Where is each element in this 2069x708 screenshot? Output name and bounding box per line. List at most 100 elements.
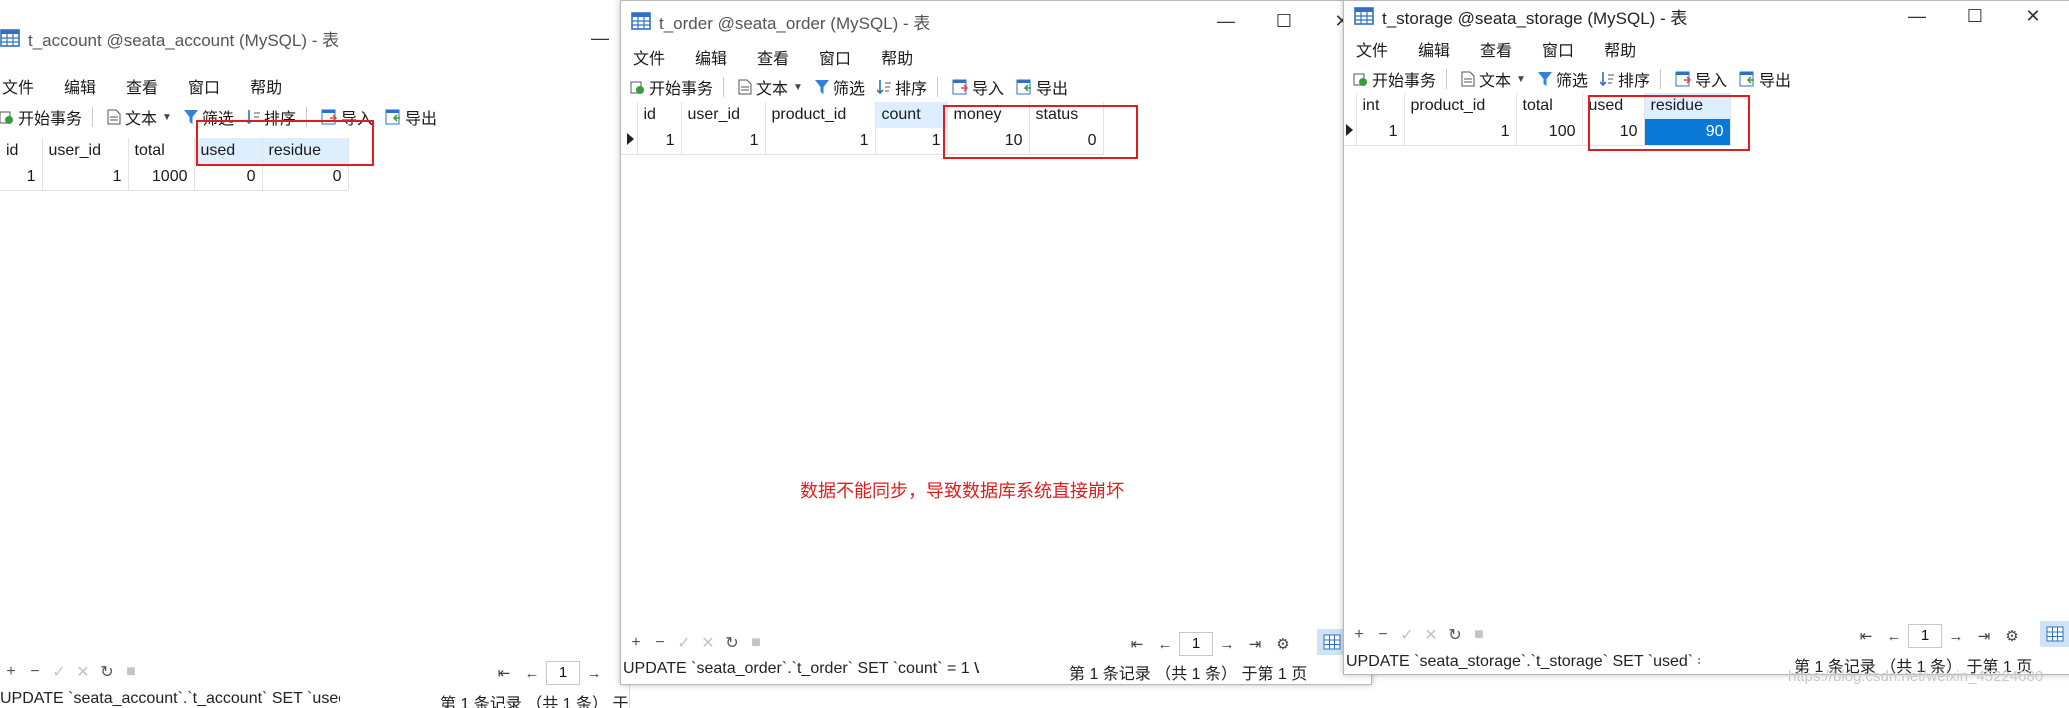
cell-count[interactable]: 1 [875,128,948,155]
text-view-button[interactable]: 文本 ▼ [738,75,803,99]
refresh-icon[interactable]: ↻ [1444,625,1466,645]
column-header-user-id[interactable]: user_id [681,102,766,128]
filter-icon [1537,72,1552,86]
close-button[interactable]: ✕ [2004,1,2062,31]
filter-icon [814,80,829,94]
menu-edit[interactable]: 编辑 [64,74,96,98]
menu-file[interactable]: 文件 [1356,37,1388,61]
column-header-product-id[interactable]: product_id [1404,93,1517,119]
first-page-icon[interactable]: ⇤ [1852,627,1880,645]
filter-button[interactable]: 筛选 [1537,67,1588,91]
apply-icon[interactable]: ✓ [48,662,70,682]
menu-edit[interactable]: 编辑 [1418,37,1450,61]
grid-view-toggle[interactable] [2040,621,2069,647]
begin-transaction-button[interactable]: 开始事务 [0,105,82,129]
cell-residue[interactable]: 0 [262,164,349,191]
cell-int[interactable]: 1 [1356,119,1405,146]
discard-icon[interactable]: ✕ [72,662,94,682]
discard-icon[interactable]: ✕ [697,633,719,653]
prev-page-icon[interactable]: ← [1880,628,1908,645]
sort-button[interactable]: 排序 [876,75,927,99]
export-button[interactable]: 导出 [1739,67,1791,91]
last-page-icon[interactable]: ⇥ [1241,635,1269,653]
cell-used[interactable]: 0 [194,164,263,191]
menu-window[interactable]: 窗口 [819,45,851,69]
text-view-button[interactable]: 文本 ▼ [1461,67,1526,91]
delete-record-icon[interactable]: − [649,634,671,652]
cell-total[interactable]: 1000 [128,164,195,191]
maximize-button[interactable]: ☐ [1255,1,1313,41]
next-page-icon[interactable]: → [1213,636,1241,653]
menu-view[interactable]: 查看 [1480,37,1512,61]
stop-icon[interactable]: ■ [1468,626,1490,644]
delete-record-icon[interactable]: − [1372,626,1394,644]
stop-icon[interactable]: ■ [745,634,767,652]
export-icon [1016,79,1031,95]
export-button[interactable]: 导出 [385,105,437,129]
refresh-icon[interactable]: ↻ [96,662,118,682]
table-row[interactable]: 1 1 1000 0 0 [0,164,349,191]
import-button[interactable]: 导入 [1675,67,1727,91]
filter-button[interactable]: 筛选 [814,75,865,99]
apply-icon[interactable]: ✓ [673,633,695,653]
last-page-icon[interactable]: ⇥ [1970,627,1998,645]
maximize-button[interactable]: ☐ [1946,1,2004,31]
stop-icon[interactable]: ■ [120,663,142,681]
column-header-id[interactable]: id [0,138,43,164]
column-header-id[interactable]: id [637,102,682,128]
row-pointer-icon [627,132,634,145]
page-number-input[interactable]: 1 [546,661,580,685]
menu-bar: 文件 编辑 查看 窗口 帮助 [1344,35,2069,63]
cell-user-id[interactable]: 1 [681,128,766,155]
minimize-button[interactable]: — [1888,1,1946,31]
column-header-int[interactable]: int [1356,93,1405,119]
delete-record-icon[interactable]: − [24,663,46,681]
menu-help[interactable]: 帮助 [250,74,282,98]
menu-window[interactable]: 窗口 [1542,37,1574,61]
begin-transaction-button[interactable]: 开始事务 [629,75,713,99]
cell-total[interactable]: 100 [1516,119,1583,146]
minimize-button[interactable]: — [1197,1,1255,41]
menu-edit[interactable]: 编辑 [695,45,727,69]
export-button[interactable]: 导出 [1016,75,1068,99]
cell-product-id[interactable]: 1 [765,128,876,155]
prev-page-icon[interactable]: ← [1151,636,1179,653]
menu-help[interactable]: 帮助 [1604,37,1636,61]
sort-button[interactable]: 排序 [1599,67,1650,91]
apply-icon[interactable]: ✓ [1396,625,1418,645]
menu-view[interactable]: 查看 [126,74,158,98]
refresh-icon[interactable]: ↻ [721,633,743,653]
pager: ⇤ ← 1 → [490,661,608,685]
menu-file[interactable]: 文件 [2,74,34,98]
menu-file[interactable]: 文件 [633,45,665,69]
column-header-user-id[interactable]: user_id [42,138,129,164]
column-header-total[interactable]: total [1516,93,1583,119]
prev-page-icon[interactable]: ← [518,665,546,682]
page-number-input[interactable]: 1 [1908,624,1942,648]
next-page-icon[interactable]: → [580,665,608,682]
import-button[interactable]: 导入 [952,75,1004,99]
column-header-count[interactable]: count [875,102,948,128]
text-view-button[interactable]: 文本 ▼ [107,105,172,129]
menu-view[interactable]: 查看 [757,45,789,69]
cell-id[interactable]: 1 [0,164,43,191]
cell-id[interactable]: 1 [637,128,682,155]
first-page-icon[interactable]: ⇤ [490,664,518,682]
menu-window[interactable]: 窗口 [188,74,220,98]
first-page-icon[interactable]: ⇤ [1123,635,1151,653]
add-record-icon[interactable]: + [0,663,22,681]
add-record-icon[interactable]: + [1348,626,1370,644]
cell-user-id[interactable]: 1 [42,164,129,191]
chevron-down-icon: ▼ [1516,73,1526,85]
menu-help[interactable]: 帮助 [881,45,913,69]
begin-transaction-button[interactable]: 开始事务 [1352,67,1436,91]
add-record-icon[interactable]: + [625,634,647,652]
settings-gear-icon[interactable]: ⚙ [1998,627,2026,645]
discard-icon[interactable]: ✕ [1420,625,1442,645]
cell-product-id[interactable]: 1 [1404,119,1517,146]
next-page-icon[interactable]: → [1942,628,1970,645]
settings-gear-icon[interactable]: ⚙ [1269,635,1297,653]
page-number-input[interactable]: 1 [1179,632,1213,656]
column-header-total[interactable]: total [128,138,195,164]
column-header-product-id[interactable]: product_id [765,102,876,128]
